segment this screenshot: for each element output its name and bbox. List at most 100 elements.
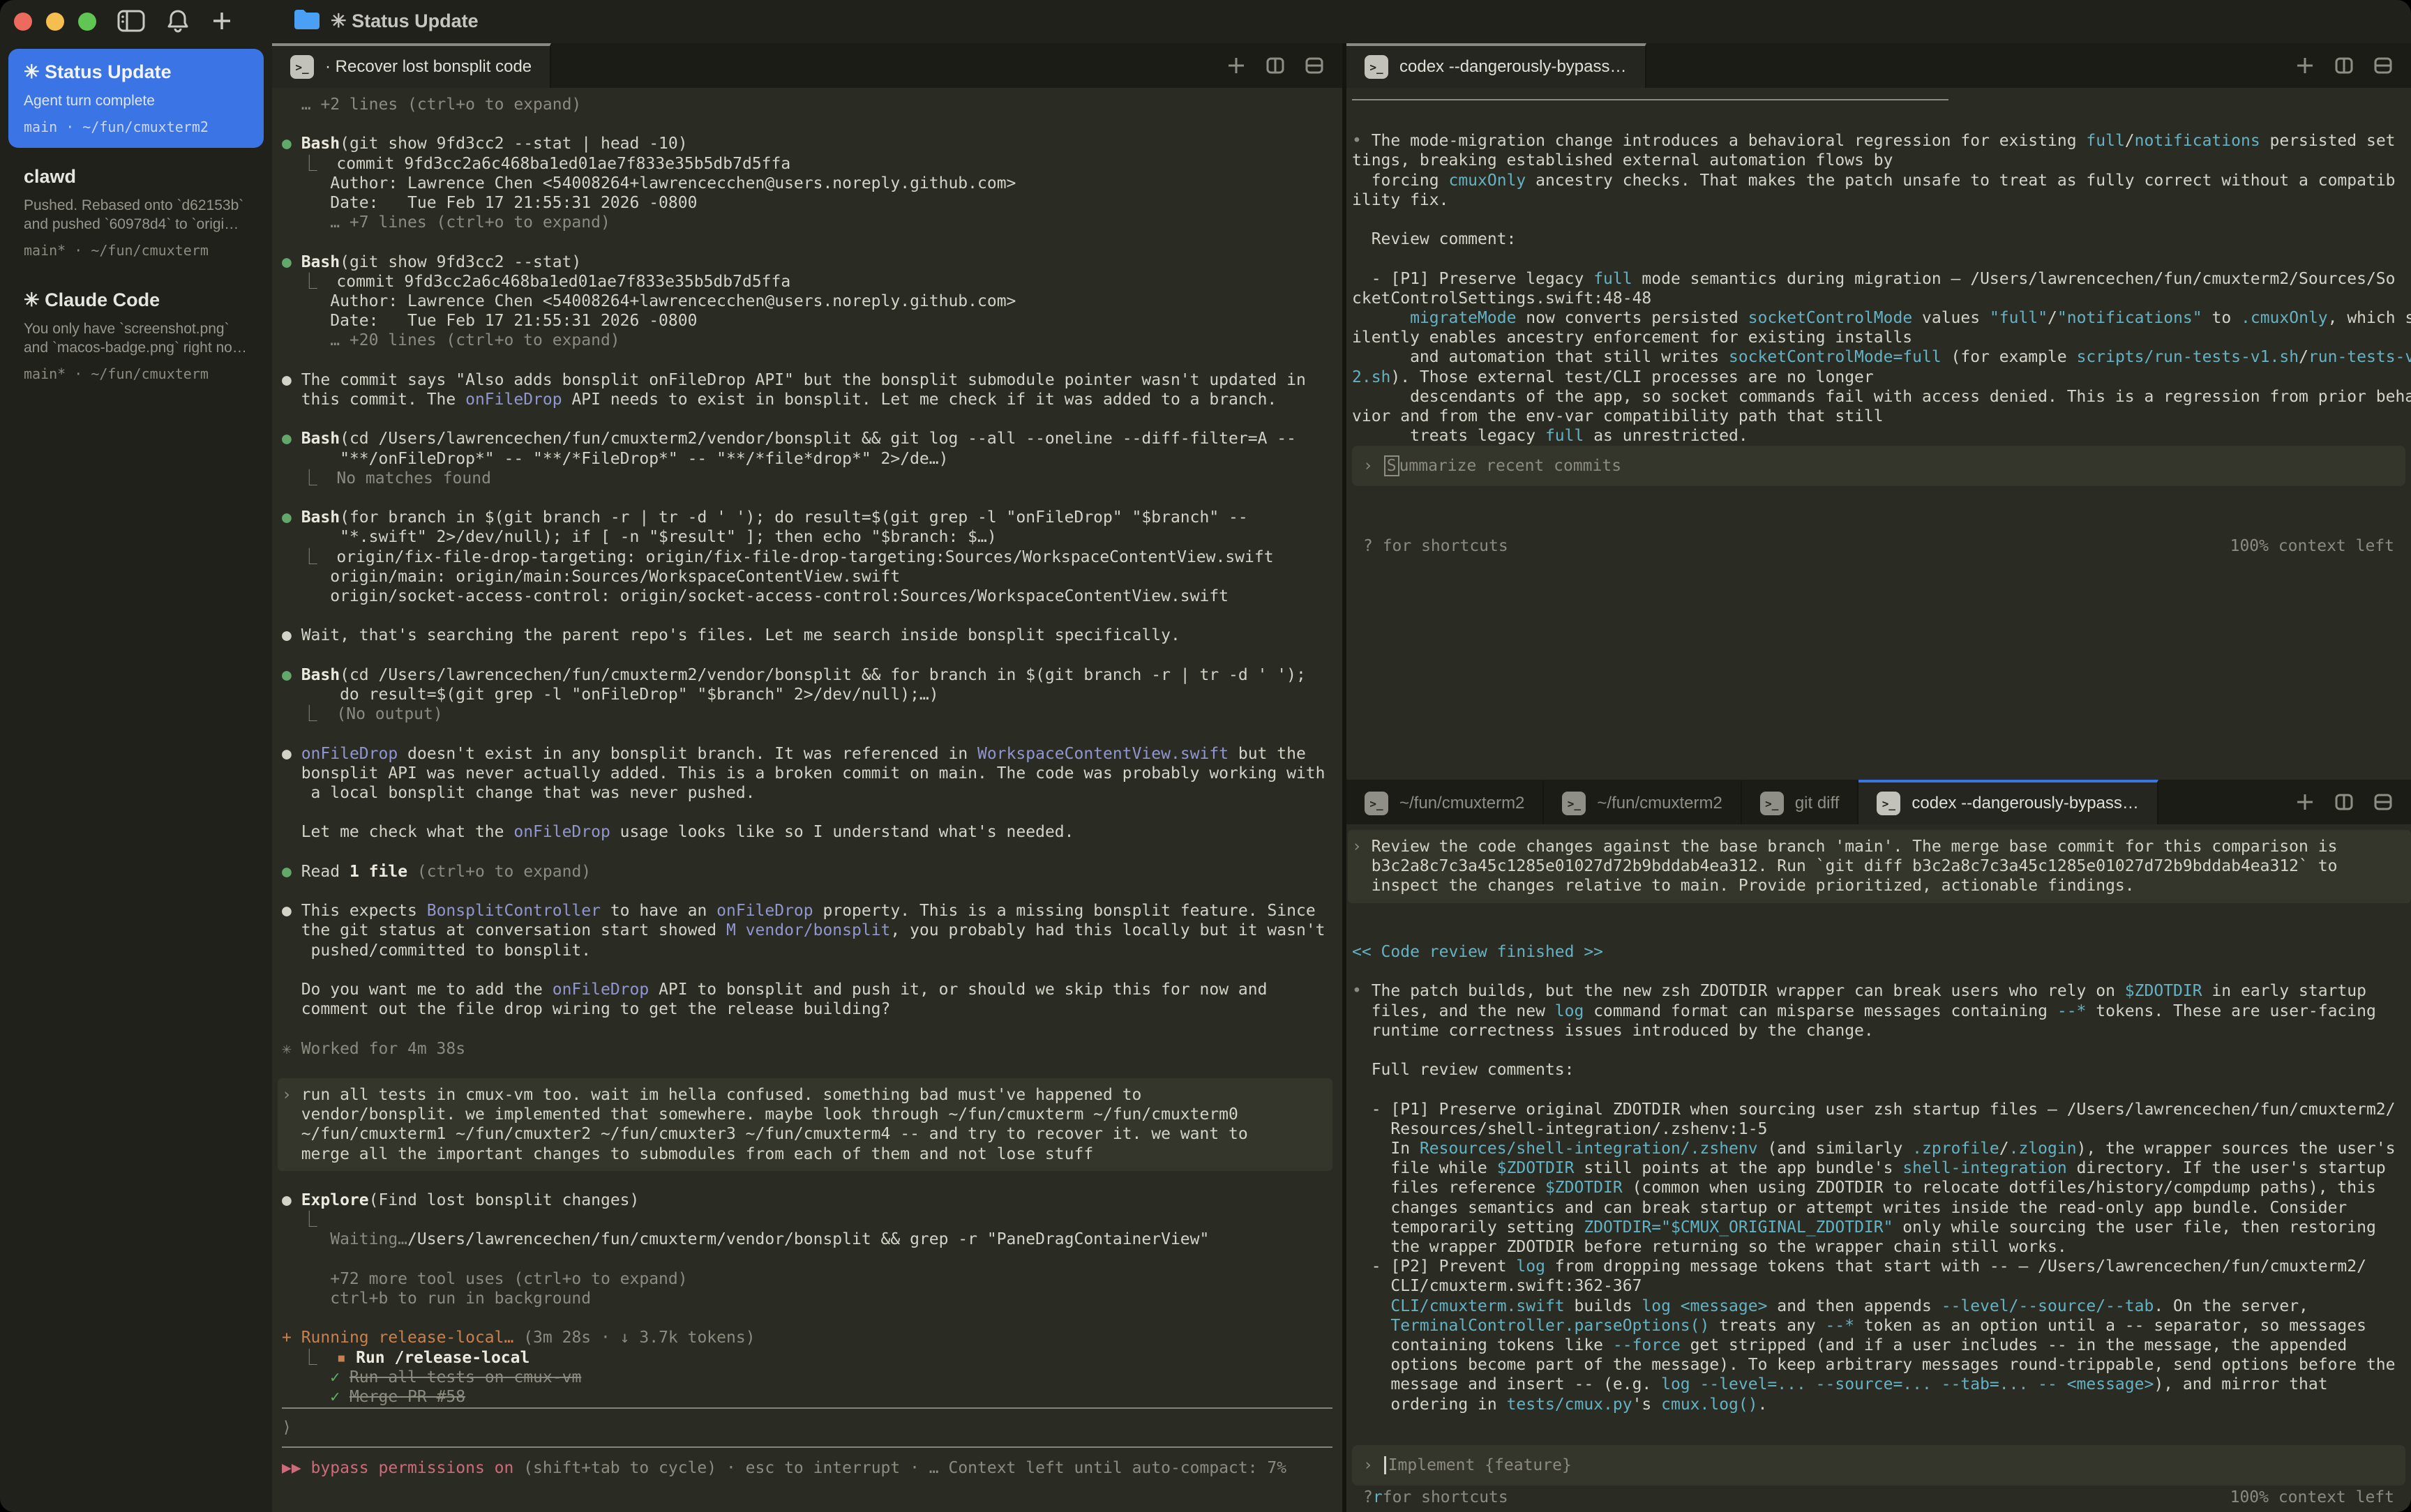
- terminal-line: [282, 960, 1332, 980]
- session-branch-path: main · ~/fun/cmuxterm2: [24, 119, 248, 135]
- pane-actions: [2295, 780, 2411, 824]
- codex-prompt-input[interactable]: › Implement {feature}: [1352, 1445, 2405, 1485]
- terminal-line: Let me check what the onFileDrop usage l…: [282, 822, 1332, 842]
- terminal-line: … +2 lines (ctrl+o to expand): [282, 95, 1332, 114]
- terminal-line: origin/main: origin/main:Sources/Workspa…: [282, 567, 1332, 587]
- context-left-indicator: 100% context left: [2230, 1488, 2394, 1506]
- sidebar-session-item-0[interactable]: ✳ Status UpdateAgent turn completemain ·…: [8, 49, 264, 148]
- text-segment: [1352, 1317, 1390, 1335]
- split-horizontal-icon[interactable]: [2373, 792, 2393, 812]
- main-terminal-pane: >_ · Recover lost bonsplit code … +2 lin…: [272, 43, 1342, 1512]
- terminal-line: Review comment:: [1352, 229, 2411, 249]
- titlebar: ✳ Status Update: [0, 0, 2411, 43]
- terminal-line: [282, 232, 1332, 252]
- terminal-line: ✳ Worked for 4m 38s: [282, 1039, 1332, 1059]
- text-segment: In: [1352, 1140, 1420, 1158]
- split-vertical-icon[interactable]: [2334, 792, 2354, 812]
- text-segment: tests/cmux.py: [1507, 1396, 1632, 1414]
- sidebar-session-item-2[interactable]: ✳ Claude CodeYou only have `screenshot.p…: [8, 277, 264, 395]
- terminal-line: • The patch builds, but the new zsh ZDOT…: [1352, 981, 2411, 1001]
- pane-actions: [2295, 43, 2411, 88]
- text-segment: , you probably had this locally but it w…: [890, 921, 1325, 939]
- text-segment: /: [2299, 348, 2308, 366]
- text-segment: /: [1999, 1140, 2009, 1158]
- text-segment: tings, breaking established external aut…: [1352, 151, 1893, 169]
- text-segment: for shortcuts: [1383, 1488, 1508, 1506]
- text-segment: containing tokens like: [1352, 1336, 1613, 1354]
- text-segment: run-tests-v: [2308, 348, 2411, 366]
- text-segment: (ctrl+o to expand): [417, 863, 591, 881]
- terminal-line: cketControlSettings.swift:48-48: [1352, 289, 2411, 308]
- text-segment: /: [2048, 309, 2057, 327]
- text-segment: to have an: [601, 902, 716, 920]
- terminal-line: merge all the important changes to submo…: [282, 1144, 1332, 1164]
- split-horizontal-icon[interactable]: [1305, 56, 1324, 75]
- terminal-line: Author: Lawrence Chen <54008264+lawrence…: [282, 292, 1332, 311]
- terminal-line: ⎿ No matches found: [282, 469, 1332, 488]
- text-segment: cketControlSettings.swift:48-48: [1352, 289, 1651, 308]
- tab--fun-cmuxterm2-1[interactable]: >_~/fun/cmuxterm2: [1544, 780, 1741, 824]
- tab--fun-cmuxterm2-0[interactable]: >_~/fun/cmuxterm2: [1346, 780, 1544, 824]
- terminal-icon: >_: [290, 55, 314, 79]
- split-vertical-icon[interactable]: [1265, 56, 1285, 75]
- text-segment: temporarily setting: [1352, 1218, 1584, 1237]
- text-segment: (for example: [1941, 348, 2077, 366]
- split-horizontal-icon[interactable]: [2373, 56, 2393, 75]
- right-bottom-tabbar: >_~/fun/cmuxterm2>_~/fun/cmuxterm2>_git …: [1346, 780, 2411, 824]
- session-branch-path: main* · ~/fun/cmuxterm: [24, 365, 248, 382]
- text-segment: ●: [282, 666, 301, 684]
- text-segment: treats legacy: [1352, 427, 1545, 445]
- text-segment: (git show 9fd3cc2 --stat): [340, 253, 581, 271]
- terminal-line: message and insert -- (e.g. log --level=…: [1352, 1375, 2411, 1394]
- zoom-window-button[interactable]: [78, 13, 96, 31]
- terminal-line: [1352, 962, 2411, 981]
- terminal-line: ● The commit says "Also adds bonsplit on…: [282, 370, 1332, 390]
- terminal-line: changes semantics and can break startup …: [1352, 1198, 2411, 1218]
- sidebar-session-item-1[interactable]: clawdPushed. Rebased onto `d62153b` and …: [8, 153, 264, 271]
- text-segment: TerminalController.parseOptions(): [1390, 1317, 1709, 1335]
- tab-codex-dangerously-bypass--3[interactable]: >_codex --dangerously-bypass…: [1858, 780, 2158, 824]
- terminal-line: ⎿ origin/fix-file-drop-targeting: origin…: [282, 547, 1332, 567]
- terminal-line: ✓ Merge PR #58: [282, 1387, 1332, 1407]
- text-segment: full: [1545, 427, 1584, 445]
- text-segment: token as an option until a -- separator,…: [1854, 1317, 2366, 1335]
- terminal-line: ● Bash(git show 9fd3cc2 --stat): [282, 252, 1332, 272]
- text-segment: ●: [282, 1191, 301, 1209]
- tab-git-diff-2[interactable]: >_git diff: [1742, 780, 1859, 824]
- text-segment: ⎿: [282, 1211, 317, 1229]
- new-tab-plus-icon[interactable]: [2295, 56, 2315, 75]
- terminal-line: the git status at conversation start sho…: [282, 921, 1332, 940]
- minimize-window-button[interactable]: [46, 13, 64, 31]
- text-segment: vendor/bonsplit. we implemented that som…: [282, 1105, 1238, 1124]
- close-window-button[interactable]: [14, 13, 32, 31]
- text-segment: ● Wait, that's searching the parent repo…: [282, 626, 1180, 644]
- tab-codex-top[interactable]: >_ codex --dangerously-bypass…: [1346, 43, 1646, 88]
- sidebar: ✳ Status UpdateAgent turn completemain ·…: [0, 43, 272, 1512]
- text-segment: 's: [1632, 1396, 1662, 1414]
- codex-prompt-input[interactable]: › Summarize recent commits: [1352, 446, 2405, 486]
- text-segment: API needs to exist in bonsplit. Let me c…: [562, 391, 1277, 409]
- text-segment: ility fix.: [1352, 191, 1448, 209]
- new-tab-plus-icon[interactable]: [2295, 792, 2315, 812]
- text-segment: origin/socket-access-control: origin/soc…: [282, 587, 1229, 605]
- prompt-input[interactable]: ⟩: [282, 1409, 1332, 1446]
- text-segment: bonsplit API was never actually added. T…: [282, 764, 1325, 783]
- text-segment: commit 9fd3cc2a6c468ba1ed01ae7f833e35b5d…: [336, 155, 790, 173]
- text-segment: ancestry checks. That makes the patch un…: [1526, 172, 2395, 190]
- text-segment: •: [1352, 982, 1372, 1000]
- split-vertical-icon[interactable]: [2334, 56, 2354, 75]
- text-segment: migrateMode: [1410, 309, 1516, 327]
- tab-recover-lost-bonsplit-code[interactable]: >_ · Recover lost bonsplit code: [272, 43, 551, 88]
- notifications-bell-icon[interactable]: [166, 8, 190, 33]
- terminal-line: [282, 351, 1332, 370]
- new-session-plus-icon[interactable]: [211, 10, 233, 32]
- new-tab-plus-icon[interactable]: [1226, 56, 1246, 75]
- text-segment: --force: [1613, 1336, 1681, 1354]
- text-segment: … Context left until auto-compact: 7%: [929, 1459, 1286, 1477]
- codex-status-bar: ?rfor shortcuts 100% context left: [1363, 1488, 2394, 1506]
- text-segment: --level/--source/--tab: [1941, 1297, 2154, 1315]
- terminal-line: [282, 409, 1332, 429]
- text-segment: "*.swift" 2>/dev/null); if [ -n "$result…: [282, 528, 997, 546]
- text-segment: r: [1373, 1488, 1383, 1506]
- sidebar-toggle-icon[interactable]: [117, 9, 145, 33]
